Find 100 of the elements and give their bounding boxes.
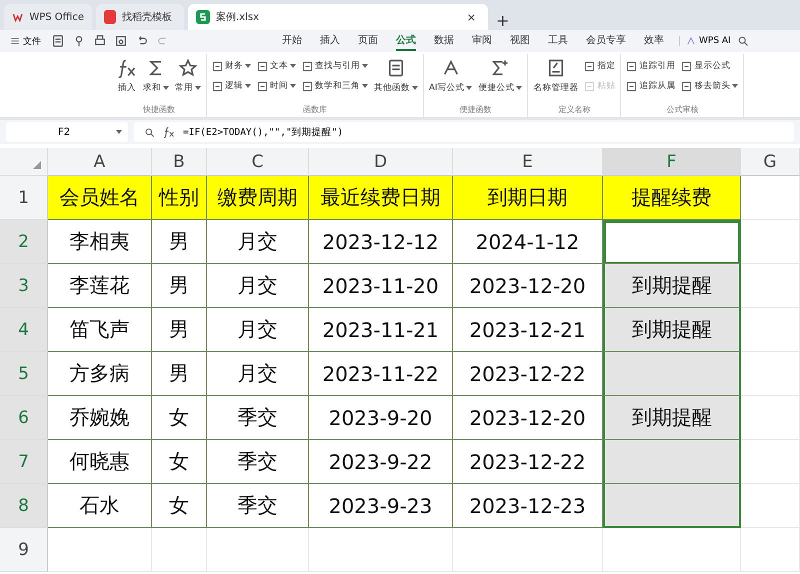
- row-header[interactable]: 2: [0, 220, 48, 264]
- table-cell[interactable]: 2023-12-12: [309, 220, 453, 264]
- table-cell[interactable]: 季交: [207, 396, 309, 440]
- table-cell[interactable]: 到期日期: [453, 176, 603, 220]
- ribbon-tab[interactable]: 审阅: [472, 31, 492, 51]
- column-header[interactable]: C: [207, 148, 309, 176]
- table-cell[interactable]: 李莲花: [48, 264, 152, 308]
- column-header[interactable]: B: [152, 148, 207, 176]
- table-cell[interactable]: 到期提醒: [603, 264, 741, 308]
- table-cell[interactable]: 2023-9-23: [309, 484, 453, 528]
- table-cell[interactable]: 2023-11-22: [309, 352, 453, 396]
- table-cell[interactable]: 2023-12-22: [453, 352, 603, 396]
- ribbon-tab[interactable]: 会员专享: [586, 31, 626, 51]
- table-cell[interactable]: 月交: [207, 308, 309, 352]
- row-header[interactable]: 9: [0, 528, 48, 572]
- table-cell[interactable]: 2023-12-23: [453, 484, 603, 528]
- column-header[interactable]: E: [453, 148, 603, 176]
- table-cell[interactable]: 月交: [207, 352, 309, 396]
- table-cell[interactable]: [603, 352, 741, 396]
- table-cell[interactable]: 会员姓名: [48, 176, 152, 220]
- ribbon-tab[interactable]: 视图: [510, 31, 530, 51]
- ribbon-button[interactable]: 数学和三角: [302, 78, 368, 94]
- ribbon-button[interactable]: 指定: [584, 58, 616, 74]
- table-cell[interactable]: 季交: [207, 484, 309, 528]
- table-cell[interactable]: 男: [152, 308, 207, 352]
- file-menu[interactable]: 文件: [6, 34, 45, 48]
- table-cell[interactable]: 男: [152, 220, 207, 264]
- row-header[interactable]: 8: [0, 484, 48, 528]
- table-cell[interactable]: 何晓惠: [48, 440, 152, 484]
- new-tab-button[interactable]: +: [492, 11, 514, 30]
- formula-field[interactable]: =IF(E2>TODAY(),"","到期提醒"): [134, 122, 794, 142]
- table-cell[interactable]: 月交: [207, 220, 309, 264]
- table-cell[interactable]: 性别: [152, 176, 207, 220]
- row-header[interactable]: 6: [0, 396, 48, 440]
- ribbon-button[interactable]: 查找与引用: [302, 58, 368, 74]
- select-all-corner[interactable]: [0, 148, 48, 176]
- ribbon-tab[interactable]: 开始: [282, 31, 302, 51]
- column-header[interactable]: F: [603, 148, 741, 176]
- table-cell[interactable]: 2023-11-21: [309, 308, 453, 352]
- close-tab-button[interactable]: ×: [462, 10, 480, 24]
- table-cell[interactable]: 2023-12-20: [453, 264, 603, 308]
- table-cell[interactable]: 女: [152, 440, 207, 484]
- name-box[interactable]: F2: [6, 122, 128, 142]
- ribbon-tab[interactable]: 数据: [434, 31, 454, 51]
- table-cell[interactable]: 石水: [48, 484, 152, 528]
- ribbon-button[interactable]: 文本: [257, 58, 296, 74]
- ribbon-tab[interactable]: 页面: [358, 31, 378, 51]
- ribbon-button[interactable]: 常用: [175, 58, 201, 94]
- row-header[interactable]: 3: [0, 264, 48, 308]
- ribbon-button[interactable]: 逻辑: [212, 78, 251, 94]
- ribbon-button[interactable]: 时间: [257, 78, 296, 94]
- table-cell[interactable]: 2023-9-20: [309, 396, 453, 440]
- ribbon-tab[interactable]: 公式: [396, 31, 416, 51]
- ribbon-button[interactable]: 追踪从属: [626, 78, 676, 94]
- table-cell[interactable]: 最近续费日期: [309, 176, 453, 220]
- ribbon-button[interactable]: 财务: [212, 58, 251, 74]
- table-cell[interactable]: 男: [152, 352, 207, 396]
- table-cell[interactable]: 男: [152, 264, 207, 308]
- column-header[interactable]: D: [309, 148, 453, 176]
- table-cell[interactable]: 月交: [207, 264, 309, 308]
- ribbon-tab[interactable]: 插入: [320, 31, 340, 51]
- document-tab[interactable]: 案例.xlsx ×: [188, 4, 488, 30]
- table-cell[interactable]: 笛飞声: [48, 308, 152, 352]
- row-header[interactable]: 7: [0, 440, 48, 484]
- ribbon-tab[interactable]: 效率: [644, 31, 664, 51]
- table-cell[interactable]: 提醒续费: [603, 176, 741, 220]
- ribbon-button[interactable]: 求和: [143, 58, 169, 94]
- ribbon-button[interactable]: 其他函数: [374, 58, 418, 94]
- table-cell[interactable]: 缴费周期: [207, 176, 309, 220]
- row-header[interactable]: 5: [0, 352, 48, 396]
- row-header[interactable]: 1: [0, 176, 48, 220]
- table-cell[interactable]: 2024-1-12: [453, 220, 603, 264]
- row-header[interactable]: 4: [0, 308, 48, 352]
- table-cell[interactable]: 2023-11-20: [309, 264, 453, 308]
- document-tab[interactable]: WPS Office: [4, 4, 92, 30]
- table-cell[interactable]: 季交: [207, 440, 309, 484]
- table-cell[interactable]: 方多病: [48, 352, 152, 396]
- document-tab[interactable]: 找稻壳模板: [96, 4, 184, 30]
- ribbon-button[interactable]: 显示公式: [681, 58, 738, 74]
- table-cell[interactable]: 乔婉娩: [48, 396, 152, 440]
- table-cell[interactable]: 2023-12-22: [453, 440, 603, 484]
- table-cell[interactable]: [603, 440, 741, 484]
- ribbon-button[interactable]: 名称管理器: [533, 58, 578, 94]
- table-cell[interactable]: [603, 484, 741, 528]
- ribbon-tab[interactable]: 工具: [548, 31, 568, 51]
- table-cell[interactable]: 到期提醒: [603, 396, 741, 440]
- ribbon-button[interactable]: 追踪引用: [626, 58, 676, 74]
- ribbon-button[interactable]: 插入: [117, 58, 137, 94]
- table-cell[interactable]: 女: [152, 396, 207, 440]
- table-cell[interactable]: 女: [152, 484, 207, 528]
- table-cell[interactable]: 2023-12-21: [453, 308, 603, 352]
- ribbon-button[interactable]: AI写公式: [429, 58, 472, 94]
- ribbon-button[interactable]: 移去箭头: [681, 78, 738, 94]
- table-cell[interactable]: 2023-9-22: [309, 440, 453, 484]
- table-cell[interactable]: 2023-12-20: [453, 396, 603, 440]
- column-header[interactable]: A: [48, 148, 152, 176]
- table-cell[interactable]: [603, 220, 741, 264]
- ribbon-button[interactable]: 便捷公式: [478, 58, 522, 94]
- ai-button[interactable]: WPS AI: [679, 36, 737, 46]
- column-header[interactable]: G: [741, 148, 800, 176]
